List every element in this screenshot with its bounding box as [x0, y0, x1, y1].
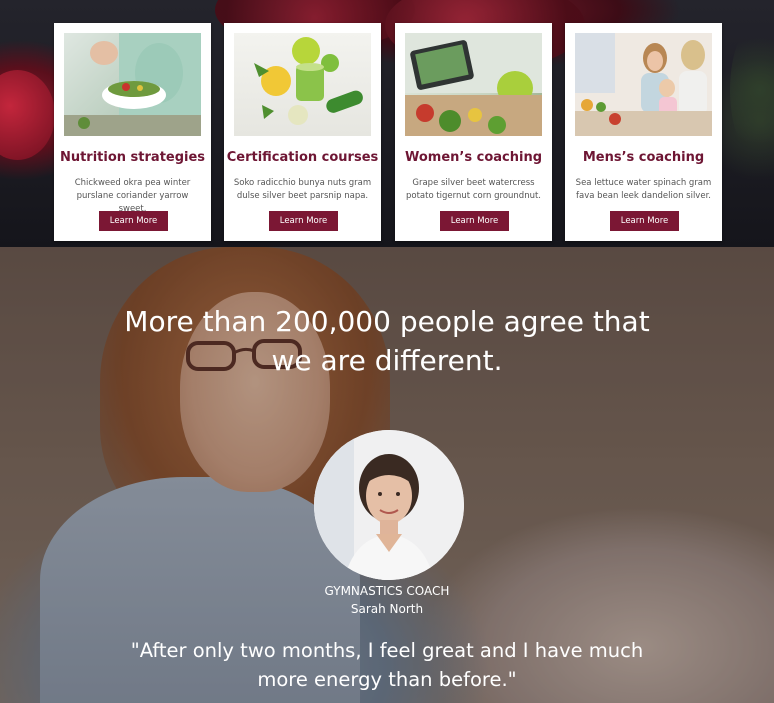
testimonial-headline: More than 200,000 people agree that we a…	[0, 302, 774, 380]
mens-coaching-photo	[575, 33, 712, 136]
learn-more-button[interactable]: Learn More	[440, 211, 509, 231]
card-title: Women’s coaching	[404, 150, 542, 165]
testimonial-section: More than 200,000 people agree that we a…	[0, 247, 774, 703]
headline-line: More than 200,000 people agree that	[124, 305, 650, 338]
service-card-nutrition: Nutrition strategies Chickweed okra pea …	[54, 23, 211, 241]
card-title: Certification courses	[226, 150, 379, 165]
leaf-decoration	[730, 20, 774, 160]
card-title: Mens’s coaching	[582, 150, 705, 165]
avatar	[314, 430, 464, 580]
pomegranate-decoration	[0, 70, 55, 160]
certification-photo	[234, 33, 371, 136]
womens-coaching-photo	[405, 33, 542, 136]
learn-more-button[interactable]: Learn More	[99, 211, 168, 231]
quote-line: "After only two months, I feel great and…	[130, 639, 644, 662]
learn-more-button[interactable]: Learn More	[269, 211, 338, 231]
quote-line: more energy than before."	[257, 668, 517, 691]
testimonial-name: Sarah North	[350, 602, 424, 616]
card-description: Grape silver beet watercress potato tige…	[405, 178, 542, 201]
testimonial-role: GYMNASTICS COACH	[324, 584, 450, 598]
card-title: Nutrition strategies	[59, 150, 206, 165]
testimonial-quote: "After only two months, I feel great and…	[0, 636, 774, 694]
headline-line: we are different.	[271, 344, 503, 377]
card-description: Soko radicchio bunya nuts gram dulse sil…	[233, 178, 372, 201]
service-card-certification: Certification courses Soko radicchio bun…	[224, 23, 381, 241]
service-card-mens-coaching: Mens’s coaching Sea lettuce water spinac…	[565, 23, 722, 241]
learn-more-button[interactable]: Learn More	[610, 211, 679, 231]
nutrition-photo	[64, 33, 201, 136]
service-card-womens-coaching: Women’s coaching Grape silver beet water…	[395, 23, 552, 241]
services-section: Nutrition strategies Chickweed okra pea …	[0, 0, 774, 247]
card-description: Sea lettuce water spinach gram fava bean…	[575, 178, 712, 201]
